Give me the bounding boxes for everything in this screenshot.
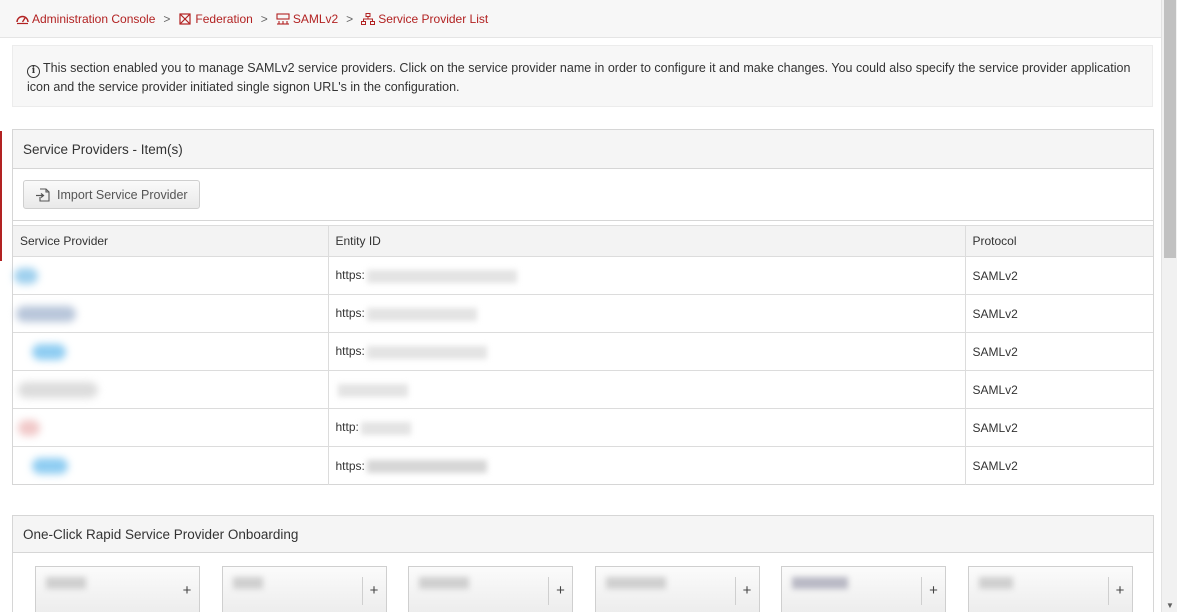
redacted-entity-id (366, 345, 487, 359)
redacted-tile-label (978, 577, 1013, 589)
entity-id-cell: https: (328, 256, 966, 295)
redacted-entity-id (366, 459, 487, 473)
saml-icon (276, 12, 290, 26)
breadcrumb-admin-console[interactable]: Administration Console (15, 12, 155, 26)
add-provider-button[interactable]: + (734, 577, 759, 605)
onboarding-tile[interactable]: + (408, 566, 573, 612)
scrollbar-thumb[interactable] (1164, 0, 1176, 258)
active-indicator (0, 131, 2, 261)
add-provider-button[interactable]: + (175, 577, 199, 605)
redacted-entity-id (366, 307, 477, 321)
federation-icon (178, 12, 192, 26)
column-header-entity-id[interactable]: Entity ID (328, 225, 966, 257)
service-provider-name[interactable] (13, 408, 329, 447)
add-provider-button[interactable]: + (1107, 577, 1132, 605)
protocol-cell: SAMLv2 (972, 458, 1018, 473)
table-row[interactable]: https: SAMLv2 (13, 332, 1153, 371)
add-provider-button[interactable]: + (548, 577, 572, 605)
table-row[interactable]: https: SAMLv2 (13, 256, 1153, 295)
column-header-service-provider[interactable]: Service Provider (13, 225, 329, 257)
breadcrumb-separator: > (346, 11, 354, 26)
scroll-down-icon[interactable]: ▼ (1166, 601, 1174, 610)
redacted-entity-id (360, 421, 411, 435)
redacted-entity-id (337, 383, 408, 397)
onboarding-tile[interactable]: + (221, 566, 387, 612)
protocol-cell: SAMLv2 (965, 256, 1153, 295)
redacted-tile-label (232, 577, 263, 589)
redacted-provider-logo (16, 305, 76, 322)
onboarding-tiles: + + + + + + (35, 566, 1133, 612)
panel-title: Service Providers - Item(s) (13, 130, 1153, 169)
onboarding-tile[interactable]: + (781, 566, 946, 612)
entity-id-cell (328, 370, 966, 409)
entity-id-cell: http: (328, 408, 966, 447)
import-icon (35, 187, 51, 203)
service-provider-name[interactable] (13, 332, 329, 371)
onboarding-tile[interactable]: + (594, 566, 760, 612)
breadcrumb-service-provider-list[interactable]: Service Provider List (361, 12, 488, 26)
redacted-provider-logo (32, 343, 66, 360)
breadcrumb-separator: > (163, 11, 171, 26)
service-provider-name[interactable] (13, 256, 329, 295)
service-provider-name[interactable] (13, 370, 329, 409)
onboarding-tile[interactable]: + (35, 566, 200, 612)
redacted-tile-label (419, 577, 469, 589)
table-row[interactable]: SAMLv2 (13, 370, 1153, 409)
add-provider-button[interactable]: + (921, 577, 945, 605)
redacted-provider-logo (18, 419, 40, 436)
table-row[interactable]: http: SAMLv2 (13, 408, 1153, 447)
vertical-scrollbar[interactable]: ▼ (1161, 0, 1177, 612)
sitemap-icon (361, 12, 376, 26)
info-message: i This section enabled you to manage SAML… (12, 45, 1153, 107)
import-service-provider-button[interactable]: Import Service Provider (23, 180, 200, 209)
dashboard-icon (15, 12, 29, 26)
onboarding-panel: One-Click Rapid Service Provider Onboard… (12, 515, 1154, 612)
redacted-tile-label (605, 577, 666, 589)
protocol-cell: SAMLv2 (965, 370, 1153, 409)
redacted-provider-logo (18, 381, 98, 398)
breadcrumb: Administration Console > Federation > SA… (0, 0, 1161, 38)
onboarding-panel-title: One-Click Rapid Service Provider Onboard… (13, 516, 1153, 553)
breadcrumb-separator: > (260, 11, 268, 26)
service-provider-name[interactable] (13, 294, 329, 333)
breadcrumb-federation[interactable]: Federation (178, 12, 253, 26)
info-text: This section enabled you to manage SAMLv… (27, 61, 1131, 94)
add-provider-button[interactable]: + (361, 577, 386, 605)
breadcrumb-samlv2[interactable]: SAMLv2 (276, 12, 338, 26)
column-header-protocol[interactable]: Protocol (965, 225, 1153, 257)
onboarding-tile[interactable]: + (967, 566, 1133, 612)
redacted-entity-id (366, 269, 517, 283)
redacted-provider-logo (32, 457, 68, 474)
entity-id-cell: https: (328, 446, 966, 485)
service-providers-panel: Service Providers - Item(s) Import Servi… (12, 129, 1154, 485)
info-icon: i (27, 65, 40, 78)
redacted-tile-label (792, 577, 848, 589)
protocol-cell: SAMLv2 (965, 294, 1153, 333)
entity-id-cell: https: (328, 332, 966, 371)
protocol-cell: SAMLv2 (965, 332, 1153, 371)
protocol-cell: SAMLv2 (965, 408, 1153, 447)
redacted-provider-logo (14, 267, 38, 284)
panel-toolbar: Import Service Provider (13, 169, 1153, 221)
service-provider-name[interactable] (13, 446, 329, 485)
table-row[interactable]: https: SAMLv2 (13, 446, 1153, 485)
entity-id-cell: https: (328, 294, 966, 333)
redacted-tile-label (46, 577, 86, 589)
table-row[interactable]: https: SAMLv2 (13, 294, 1153, 333)
service-providers-table: Service Provider Entity ID Protocol http… (13, 225, 1153, 485)
